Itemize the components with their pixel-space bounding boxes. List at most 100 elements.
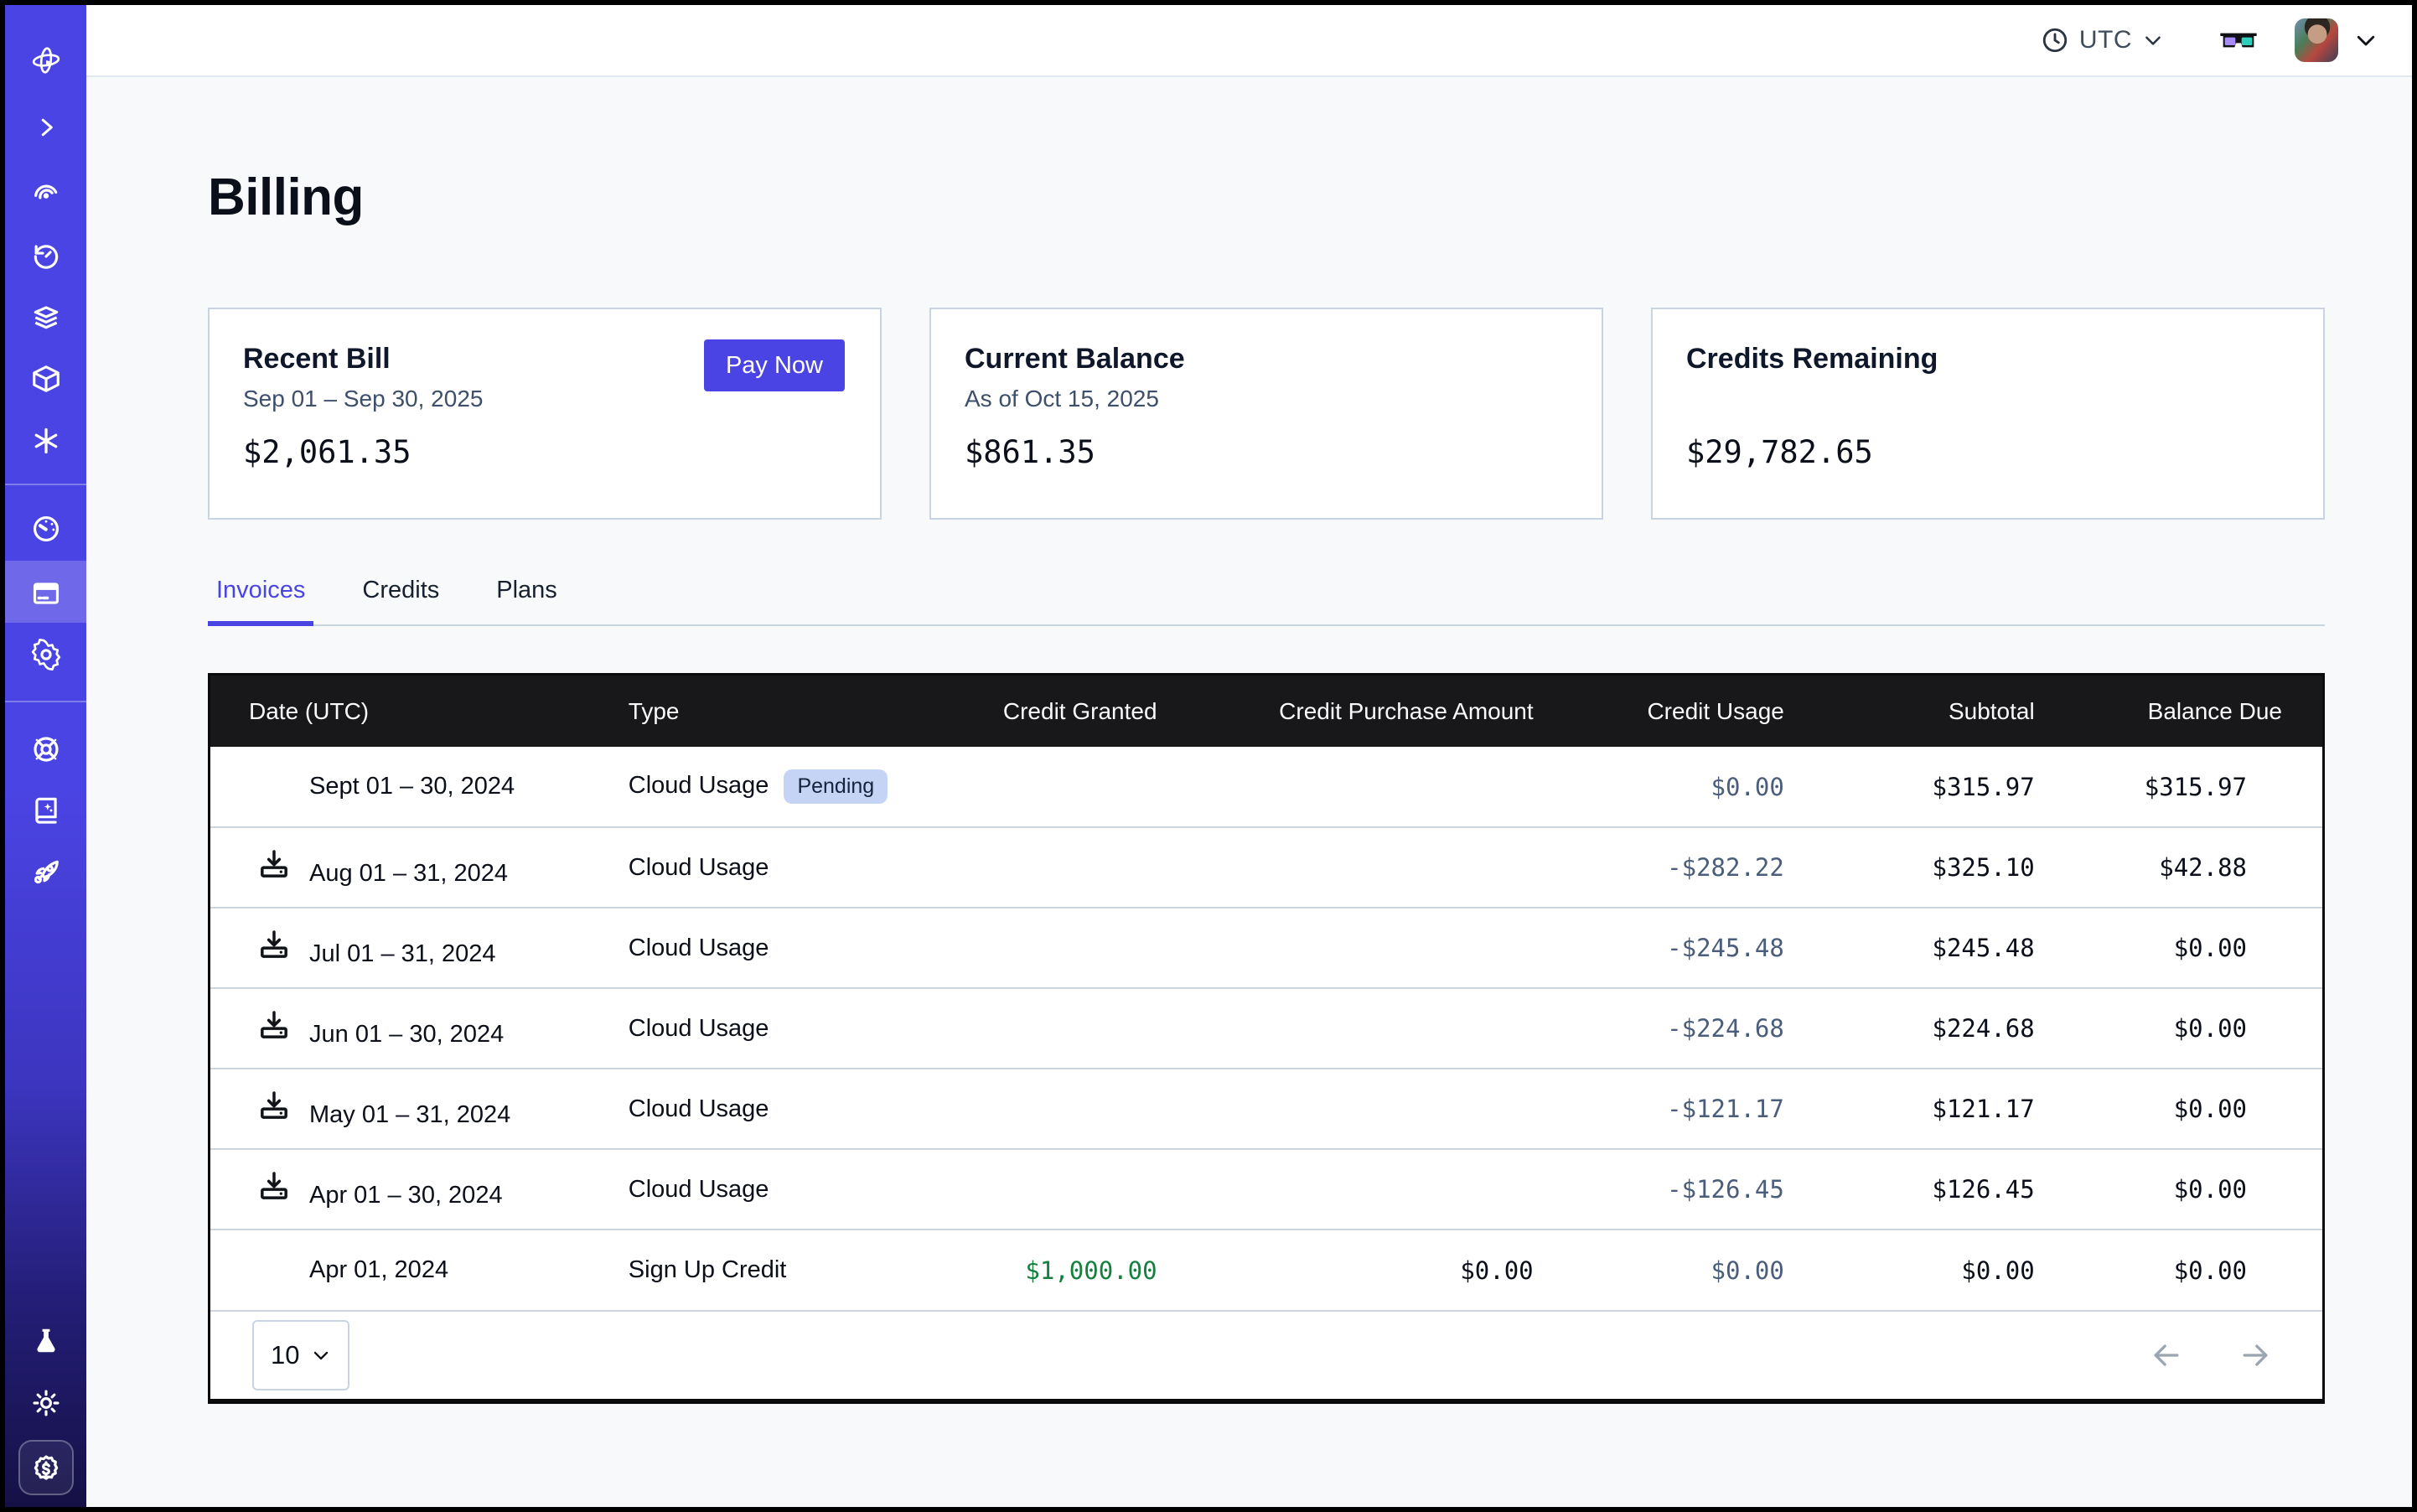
date-cell: Jul 01 – 31, 2024 xyxy=(210,908,629,988)
subtotal-cell: $126.45 xyxy=(1824,1149,2075,1230)
settings-gear-icon[interactable] xyxy=(29,638,63,671)
type-cell: Cloud Usage xyxy=(629,1069,988,1149)
page-size-select[interactable]: 10 xyxy=(252,1320,349,1390)
support-lifebuoy-icon[interactable] xyxy=(29,733,63,766)
credit-usage-cell: $0.00 xyxy=(1574,747,1824,827)
credit-usage-cell: -$224.68 xyxy=(1574,988,1824,1069)
download-invoice-icon[interactable] xyxy=(257,1169,291,1203)
labs-flask-icon[interactable] xyxy=(29,1324,63,1358)
layers-icon[interactable] xyxy=(29,300,63,334)
app-logo[interactable] xyxy=(29,44,63,77)
usage-gauge-icon[interactable] xyxy=(29,512,63,546)
clock-icon xyxy=(2041,26,2069,54)
timezone-selector[interactable]: UTC xyxy=(2041,26,2164,54)
pager xyxy=(2148,1337,2274,1374)
invoice-row: Aug 01 – 31, 2024Cloud Usage-$282.22$325… xyxy=(210,827,2322,908)
invoice-date: Jun 01 – 30, 2024 xyxy=(309,1021,504,1048)
app-window: UTC Billing xyxy=(0,0,2417,1512)
current-balance-card: Current Balance As of Oct 15, 2025 $861.… xyxy=(929,308,1603,520)
sidebar-divider xyxy=(5,484,86,485)
docs-book-icon[interactable] xyxy=(29,793,63,826)
observability-icon[interactable] xyxy=(29,178,63,211)
balance-due-cell: $0.00 xyxy=(2075,908,2322,988)
subtotal-cell: $0.00 xyxy=(1824,1230,2075,1310)
sidebar-expand-chevron-icon[interactable] xyxy=(29,111,63,144)
credit-granted-cell xyxy=(988,747,1198,827)
theater-glasses-button[interactable] xyxy=(2218,27,2259,54)
container-cube-icon[interactable] xyxy=(29,362,63,396)
col-credit-usage: Credit Usage xyxy=(1574,676,1824,747)
functions-asterisk-icon[interactable] xyxy=(29,424,63,458)
pay-now-button[interactable]: Pay Now xyxy=(704,339,845,391)
launch-rocket-icon[interactable] xyxy=(29,855,63,888)
balance-due-cell: $0.00 xyxy=(2075,1069,2322,1149)
account-menu-chevron-icon[interactable] xyxy=(2353,28,2378,53)
credits-dollar-button[interactable] xyxy=(18,1440,74,1495)
download-slot xyxy=(257,1089,309,1122)
download-invoice-icon[interactable] xyxy=(257,928,291,961)
subtotal-cell: $325.10 xyxy=(1824,827,2075,908)
invoice-table-body: Sept 01 – 30, 2024Cloud UsagePending $0.0… xyxy=(210,747,2322,1310)
subtotal-cell: $121.17 xyxy=(1824,1069,2075,1149)
date-cell: May 01 – 31, 2024 xyxy=(210,1069,629,1149)
tab-plans[interactable]: Plans xyxy=(488,577,566,624)
avatar[interactable] xyxy=(2295,18,2338,62)
col-subtotal: Subtotal xyxy=(1824,676,2075,747)
invoice-type: Cloud Usage xyxy=(629,1095,769,1122)
invoice-row: Jul 01 – 31, 2024 Cloud Usage -$245.48$245… xyxy=(210,908,2322,988)
download-invoice-icon[interactable] xyxy=(257,847,291,881)
history-icon[interactable] xyxy=(29,240,63,273)
type-cell: Cloud Usage xyxy=(629,827,988,908)
download-invoice-icon[interactable] xyxy=(257,1089,291,1122)
date-cell: Apr 01, 2024 xyxy=(210,1230,629,1310)
credits-remaining-card: Credits Remaining $29,782.65 xyxy=(1651,308,2325,520)
credit-granted-cell xyxy=(988,1149,1198,1230)
tab-invoices[interactable]: Invoices xyxy=(208,577,313,624)
sidebar-divider xyxy=(5,701,86,702)
col-date: Date (UTC) xyxy=(210,676,629,747)
type-cell: Cloud UsagePending xyxy=(629,747,988,827)
subtotal-cell: $245.48 xyxy=(1824,908,2075,988)
date-cell: Jun 01 – 30, 2024 xyxy=(210,988,629,1069)
subtotal-cell: $315.97 xyxy=(1824,747,2075,827)
download-slot xyxy=(257,1008,309,1042)
credit-purchase-cell: $0.00 xyxy=(1198,1230,1574,1310)
credit-purchase-cell xyxy=(1198,747,1574,827)
prev-page-button[interactable] xyxy=(2148,1337,2185,1374)
billing-icon[interactable] xyxy=(29,577,63,610)
download-slot xyxy=(257,847,309,881)
chevron-down-icon xyxy=(311,1345,331,1365)
credit-granted-cell xyxy=(988,908,1198,988)
credit-purchase-cell xyxy=(1198,827,1574,908)
credit-usage-cell: -$121.17 xyxy=(1574,1069,1824,1149)
invoice-type: Cloud Usage xyxy=(629,772,769,799)
invoice-row: May 01 – 31, 2024Cloud Usage -$121.17$121… xyxy=(210,1069,2322,1149)
recent-bill-amount: $2,061.35 xyxy=(243,434,846,470)
download-slot xyxy=(257,928,309,961)
card-title: Current Balance xyxy=(965,343,1568,375)
next-page-button[interactable] xyxy=(2237,1337,2274,1374)
credit-purchase-cell xyxy=(1198,1149,1574,1230)
tab-credits[interactable]: Credits xyxy=(354,577,448,624)
date-cell: Sept 01 – 30, 2024 xyxy=(210,747,629,827)
invoice-type: Cloud Usage xyxy=(629,1015,769,1042)
invoice-row: Apr 01, 2024Sign Up Credit$1,000.00$0.00… xyxy=(210,1230,2322,1310)
credit-granted-cell xyxy=(988,1069,1198,1149)
invoices-table: Date (UTC) Type Credit Granted Credit Pu… xyxy=(208,673,2325,1404)
invoice-type: Cloud Usage xyxy=(629,935,769,961)
invoice-date: Jul 01 – 31, 2024 xyxy=(309,940,496,967)
invoice-date: Aug 01 – 31, 2024 xyxy=(309,860,508,887)
current-balance-amount: $861.35 xyxy=(965,434,1568,470)
credit-usage-cell: -$245.48 xyxy=(1574,908,1824,988)
chevron-down-icon xyxy=(2142,29,2164,51)
theme-sun-icon[interactable] xyxy=(29,1386,63,1420)
credit-usage-cell: -$126.45 xyxy=(1574,1149,1824,1230)
download-invoice-icon[interactable] xyxy=(257,1008,291,1042)
billing-tabs: Invoices Credits Plans xyxy=(208,577,2325,626)
billing-summary-cards: Recent Bill Sep 01 – Sep 30, 2025 $2,061… xyxy=(208,308,2325,520)
topbar: UTC xyxy=(86,5,2412,77)
col-balance-due: Balance Due xyxy=(2075,676,2322,747)
invoice-row: Apr 01 – 30, 2024Cloud Usage-$126.45$126… xyxy=(210,1149,2322,1230)
invoice-row: Jun 01 – 30, 2024Cloud Usage-$224.68$224… xyxy=(210,988,2322,1069)
card-subtitle: As of Oct 15, 2025 xyxy=(965,386,1568,414)
